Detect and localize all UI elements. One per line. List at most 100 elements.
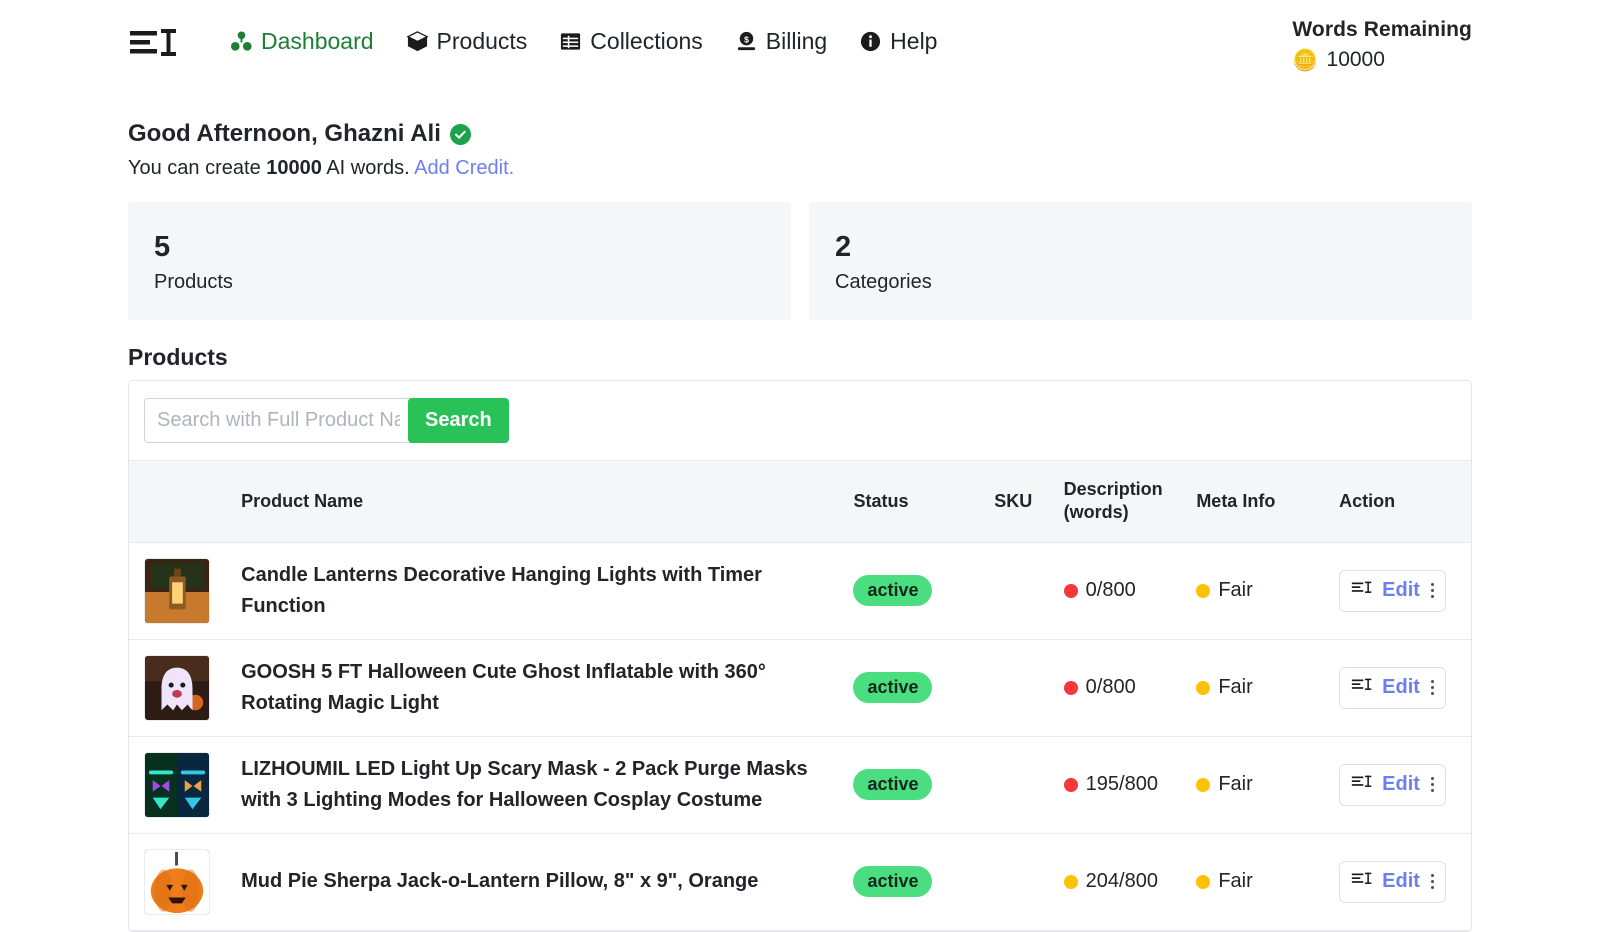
- products-section-title: Products: [128, 344, 1472, 371]
- table-row[interactable]: GOOSH 5 FT Halloween Cute Ghost Inflatab…: [129, 639, 1471, 736]
- nav-item-dashboard[interactable]: Dashboard: [230, 28, 374, 55]
- greeting-section: Good Afternoon, Ghazni Ali You can creat…: [0, 96, 1600, 180]
- description-word-count: 0/800: [1086, 676, 1136, 699]
- nav-label-products: Products: [437, 28, 528, 55]
- nav-label-help: Help: [890, 28, 937, 55]
- search-input[interactable]: [144, 398, 412, 443]
- text-align-logo-icon[interactable]: [128, 22, 184, 66]
- stat-value-products: 5: [154, 232, 765, 262]
- product-name: LIZHOUMIL LED Light Up Scary Mask - 2 Pa…: [241, 754, 841, 816]
- column-header-thumbnail: [129, 461, 235, 543]
- row-thumbnail-cell: [129, 736, 235, 833]
- row-description-cell: 0/800: [1058, 639, 1191, 736]
- status-badge: active: [853, 672, 932, 703]
- edit-button-label: Edit: [1382, 579, 1420, 602]
- row-sku-cell: [988, 736, 1057, 833]
- grid-table-icon: [559, 30, 582, 53]
- candle-lantern-thumb: [144, 558, 210, 624]
- products-table: Product Name Status SKU Description (wor…: [129, 460, 1471, 931]
- row-sku-cell: [988, 833, 1057, 930]
- edit-button[interactable]: Edit: [1339, 764, 1446, 806]
- row-product-name-cell: Candle Lanterns Decorative Hanging Light…: [235, 542, 847, 639]
- row-meta-info-cell: Fair: [1190, 542, 1333, 639]
- stat-label-categories: Categories: [835, 271, 1446, 294]
- text-align-icon: [1351, 870, 1373, 894]
- nav-item-products[interactable]: Products: [406, 28, 528, 55]
- kebab-menu-icon[interactable]: [1429, 583, 1434, 598]
- row-action-cell: Edit: [1333, 833, 1471, 930]
- column-header-status: Status: [847, 461, 988, 543]
- row-product-name-cell: GOOSH 5 FT Halloween Cute Ghost Inflatab…: [235, 639, 847, 736]
- nav-item-billing[interactable]: $ Billing: [735, 28, 827, 55]
- row-status-cell: active: [847, 833, 988, 930]
- products-table-body: Candle Lanterns Decorative Hanging Light…: [129, 542, 1471, 930]
- credit-prefix: You can create: [128, 157, 266, 179]
- meta-status-dot-icon: [1196, 778, 1210, 792]
- row-meta-info-cell: Fair: [1190, 639, 1333, 736]
- row-sku-cell: [988, 542, 1057, 639]
- row-thumbnail-cell: [129, 542, 235, 639]
- page-title: Good Afternoon, Ghazni Ali: [128, 120, 1472, 148]
- stat-label-products: Products: [154, 271, 765, 294]
- greeting-text: Good Afternoon, Ghazni Ali: [128, 120, 441, 148]
- product-name: Candle Lanterns Decorative Hanging Light…: [241, 560, 841, 622]
- table-row[interactable]: Mud Pie Sherpa Jack-o-Lantern Pillow, 8"…: [129, 833, 1471, 930]
- table-row[interactable]: LIZHOUMIL LED Light Up Scary Mask - 2 Pa…: [129, 736, 1471, 833]
- row-action-cell: Edit: [1333, 542, 1471, 639]
- meta-status-dot-icon: [1196, 681, 1210, 695]
- money-stamp-icon: $: [735, 30, 758, 53]
- kebab-menu-icon[interactable]: [1429, 874, 1434, 889]
- nav-label-billing: Billing: [766, 28, 827, 55]
- column-header-sku: SKU: [988, 461, 1057, 543]
- stat-card-products: 5 Products: [128, 202, 791, 320]
- edit-button[interactable]: Edit: [1339, 570, 1446, 612]
- meta-info-value: Fair: [1218, 870, 1252, 893]
- table-row[interactable]: Candle Lanterns Decorative Hanging Light…: [129, 542, 1471, 639]
- row-product-name-cell: LIZHOUMIL LED Light Up Scary Mask - 2 Pa…: [235, 736, 847, 833]
- nav-label-collections: Collections: [590, 28, 703, 55]
- row-meta-info-cell: Fair: [1190, 833, 1333, 930]
- column-header-product-name: Product Name: [235, 461, 847, 543]
- words-remaining-value-row: 🪙 10000: [1292, 48, 1472, 72]
- stats-cards-row: 5 Products 2 Categories: [128, 202, 1472, 320]
- words-remaining-title: Words Remaining: [1292, 18, 1472, 42]
- description-word-count: 204/800: [1086, 870, 1158, 893]
- status-badge: active: [853, 866, 932, 897]
- search-toolbar: Search: [129, 381, 1471, 460]
- column-header-action: Action: [1333, 461, 1471, 543]
- words-remaining-widget: Words Remaining 🪙 10000: [1292, 18, 1472, 72]
- kebab-menu-icon[interactable]: [1429, 777, 1434, 792]
- meta-status-dot-icon: [1196, 875, 1210, 889]
- stat-card-categories: 2 Categories: [809, 202, 1472, 320]
- row-action-cell: Edit: [1333, 736, 1471, 833]
- edit-button[interactable]: Edit: [1339, 861, 1446, 903]
- row-thumbnail-cell: [129, 833, 235, 930]
- column-header-description: Description (words): [1058, 461, 1191, 543]
- row-thumbnail-cell: [129, 639, 235, 736]
- column-header-description-line1: Description: [1064, 479, 1163, 499]
- product-name: Mud Pie Sherpa Jack-o-Lantern Pillow, 8"…: [241, 866, 841, 897]
- status-badge: active: [853, 769, 932, 800]
- row-status-cell: active: [847, 542, 988, 639]
- dashboard-nodes-icon: [230, 30, 253, 53]
- search-button[interactable]: Search: [408, 398, 509, 443]
- row-description-cell: 204/800: [1058, 833, 1191, 930]
- nav-item-help[interactable]: Help: [859, 28, 937, 55]
- verified-check-icon: [450, 124, 471, 145]
- add-credit-link[interactable]: Add Credit.: [414, 157, 514, 179]
- row-status-cell: active: [847, 639, 988, 736]
- description-word-count: 195/800: [1086, 773, 1158, 796]
- row-meta-info-cell: Fair: [1190, 736, 1333, 833]
- nav-item-collections[interactable]: Collections: [559, 28, 703, 55]
- row-description-cell: 0/800: [1058, 542, 1191, 639]
- row-description-cell: 195/800: [1058, 736, 1191, 833]
- main-nav-links: Dashboard Products Collec: [230, 28, 937, 55]
- edit-button-label: Edit: [1382, 676, 1420, 699]
- edit-button[interactable]: Edit: [1339, 667, 1446, 709]
- kebab-menu-icon[interactable]: [1429, 680, 1434, 695]
- text-align-icon: [1351, 676, 1373, 700]
- edit-button-label: Edit: [1382, 870, 1420, 893]
- row-status-cell: active: [847, 736, 988, 833]
- ghost-inflatable-thumb: [144, 655, 210, 721]
- stat-value-categories: 2: [835, 232, 1446, 262]
